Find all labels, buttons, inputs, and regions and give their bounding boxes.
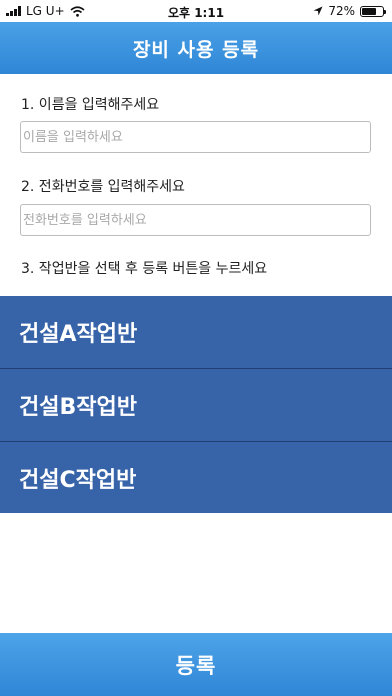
crew-list: 건설A작업반 건설B작업반 건설C작업반 — [0, 296, 392, 513]
battery-fill — [362, 7, 377, 15]
crew-b-button[interactable]: 건설B작업반 — [0, 369, 392, 442]
status-right: 72% — [313, 4, 386, 18]
register-label: 등록 — [175, 653, 217, 678]
crew-c-button[interactable]: 건설C작업반 — [0, 442, 392, 513]
battery-icon — [360, 5, 386, 17]
register-button[interactable]: 등록 — [0, 633, 392, 696]
phone-label: 2. 전화번호를 입력해주세요 — [21, 179, 185, 195]
crew-c-label: 건설C작업반 — [19, 467, 137, 493]
page-title: 장비 사용 등록 — [132, 38, 260, 61]
location-arrow-icon — [313, 6, 323, 16]
header-bar: 장비 사용 등록 — [0, 22, 392, 74]
crew-a-button[interactable]: 건설A작업반 — [0, 296, 392, 369]
name-label: 1. 이름을 입력해주세요 — [21, 97, 160, 113]
battery-percent: 72% — [328, 4, 355, 18]
crew-a-label: 건설A작업반 — [19, 322, 138, 347]
status-bar: LG U+ 오후 1:11 72% — [0, 0, 392, 22]
crew-b-label: 건설B작업반 — [19, 395, 137, 420]
name-input[interactable] — [20, 121, 371, 153]
phone-input[interactable] — [20, 204, 371, 236]
crew-instruction: 3. 작업반을 선택 후 등록 버튼을 누르세요 — [21, 261, 268, 277]
